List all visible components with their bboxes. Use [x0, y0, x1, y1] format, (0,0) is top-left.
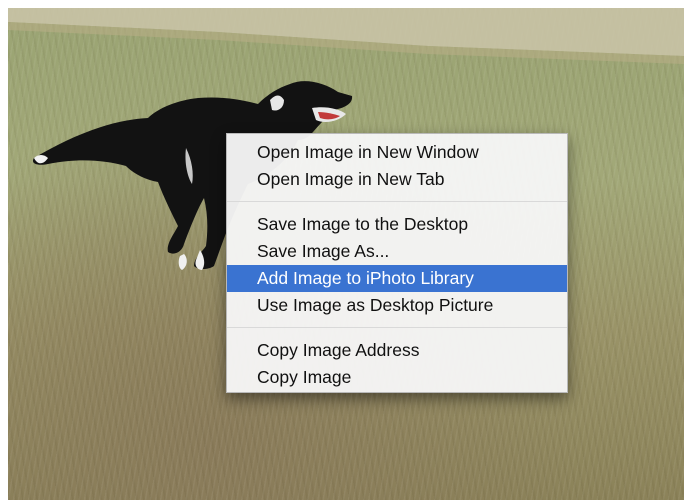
menu-item-add-image-to-iphoto-library[interactable]: Add Image to iPhoto Library [227, 265, 567, 292]
menu-separator [227, 327, 567, 328]
menu-item-save-image-to-desktop[interactable]: Save Image to the Desktop [227, 211, 567, 238]
context-menu[interactable]: Open Image in New Window Open Image in N… [226, 133, 568, 393]
menu-item-copy-image[interactable]: Copy Image [227, 364, 567, 391]
menu-separator [227, 201, 567, 202]
menu-item-copy-image-address[interactable]: Copy Image Address [227, 337, 567, 364]
menu-item-open-image-in-new-window[interactable]: Open Image in New Window [227, 139, 567, 166]
menu-item-save-image-as[interactable]: Save Image As... [227, 238, 567, 265]
menu-item-open-image-in-new-tab[interactable]: Open Image in New Tab [227, 166, 567, 193]
menu-item-use-image-as-desktop-picture[interactable]: Use Image as Desktop Picture [227, 292, 567, 319]
